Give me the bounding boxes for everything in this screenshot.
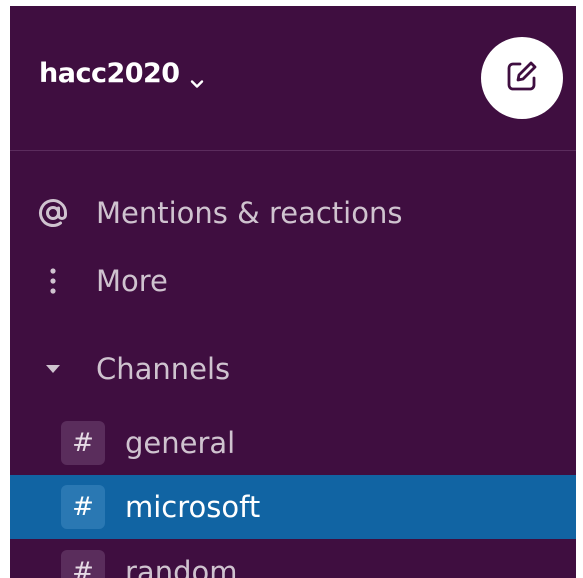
hash-icon: #: [61, 550, 105, 578]
sidebar-header: hacc2020: [10, 6, 576, 151]
nav-label-more: More: [96, 264, 168, 298]
nav-more[interactable]: More: [10, 260, 576, 302]
nav-mentions-reactions[interactable]: Mentions & reactions: [10, 192, 576, 234]
compose-button[interactable]: [481, 37, 563, 119]
workspace-sidebar: hacc2020 Mentions & reactions More Chann…: [10, 6, 576, 578]
workspace-switcher[interactable]: hacc2020: [39, 58, 204, 89]
more-vertical-icon: [10, 266, 96, 296]
workspace-name: hacc2020: [39, 58, 180, 89]
channel-name: random: [125, 555, 238, 578]
compose-icon: [504, 58, 540, 98]
caret-down-icon: [10, 363, 96, 375]
at-icon: [10, 198, 96, 228]
channel-item-random[interactable]: # random: [10, 540, 576, 578]
chevron-down-icon: [190, 67, 204, 88]
channels-section-label: Channels: [96, 352, 231, 386]
nav-label-mentions: Mentions & reactions: [96, 196, 403, 230]
hash-icon: #: [61, 421, 105, 465]
hash-icon: #: [61, 485, 105, 529]
channel-name: microsoft: [125, 490, 261, 524]
channel-item-general[interactable]: # general: [10, 411, 576, 475]
channel-name: general: [125, 426, 236, 460]
channel-item-microsoft[interactable]: # microsoft: [10, 475, 576, 539]
channels-section-toggle[interactable]: Channels: [10, 348, 576, 390]
